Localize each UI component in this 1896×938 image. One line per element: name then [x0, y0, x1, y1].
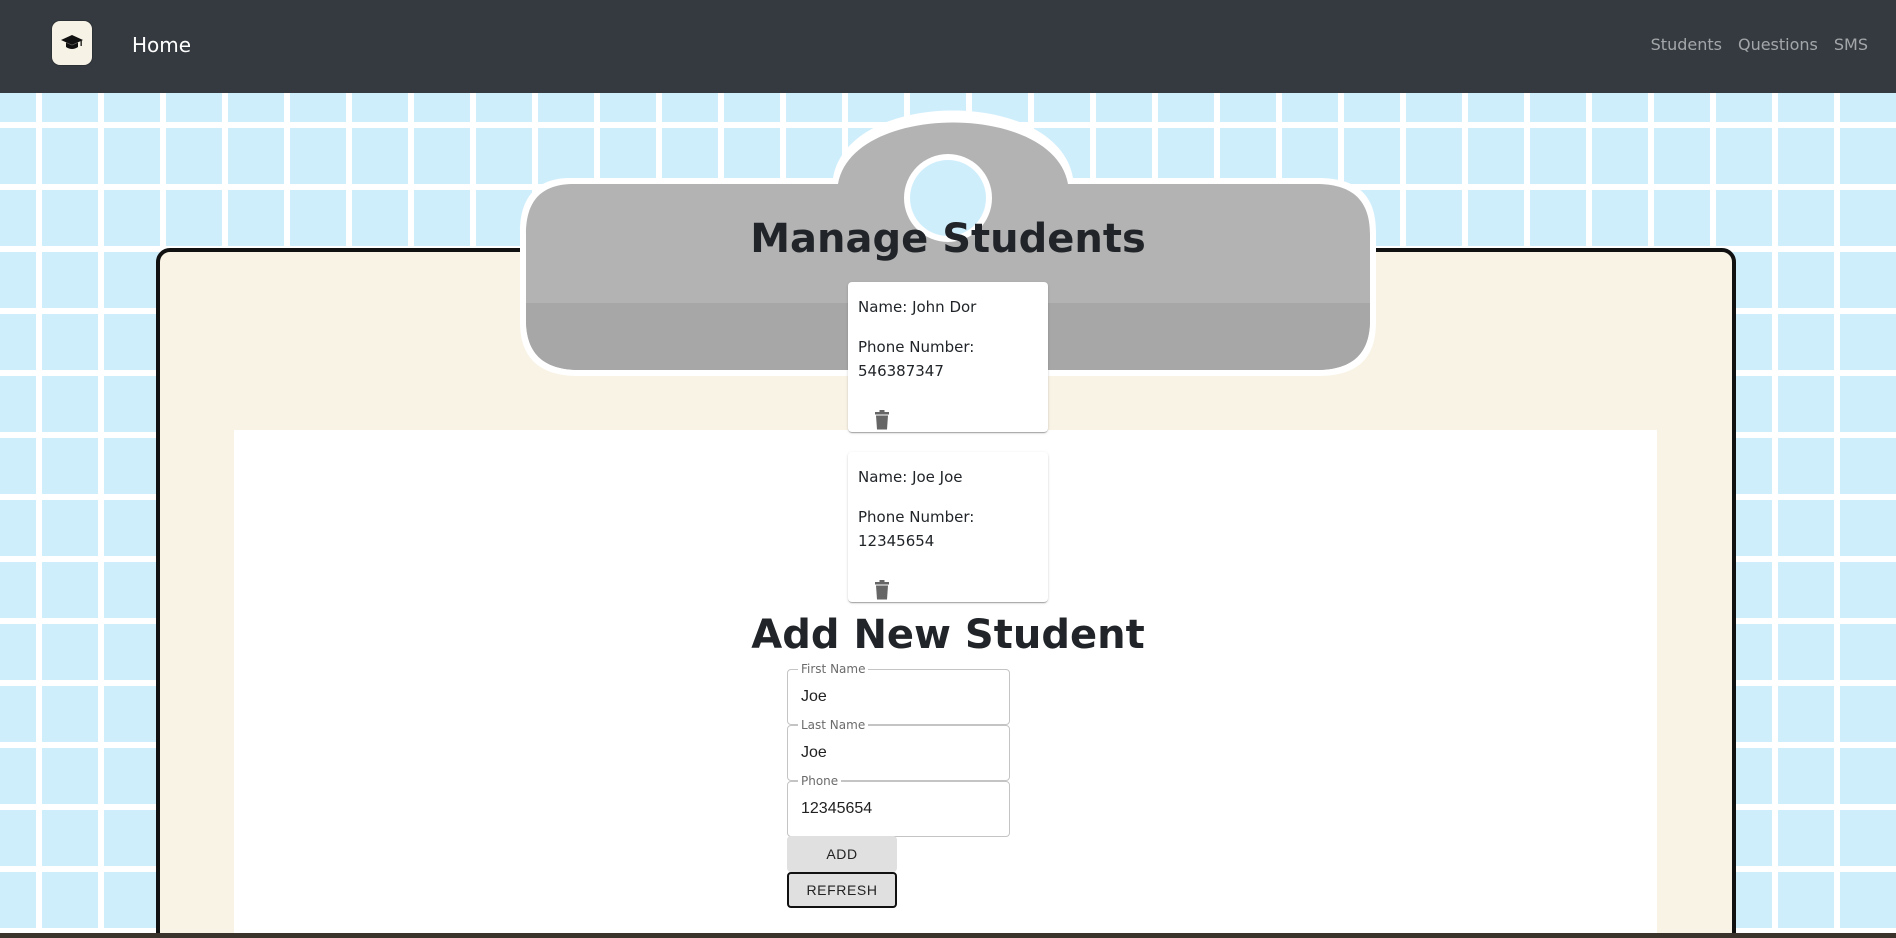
nav-link-questions[interactable]: Questions	[1730, 35, 1826, 54]
graduation-cap-icon	[61, 35, 83, 49]
navbar: Home Students Questions SMS	[0, 0, 1896, 93]
page-title: Manage Students	[750, 216, 1146, 262]
trash-icon[interactable]	[874, 580, 890, 600]
trash-icon[interactable]	[874, 410, 890, 430]
nav-links: Students Questions SMS	[1643, 35, 1876, 54]
phone-input[interactable]	[801, 796, 996, 822]
student-phone: 12345654	[858, 532, 935, 550]
last-name-input[interactable]	[801, 740, 996, 766]
phone-label: Phone	[798, 774, 842, 788]
nav-link-sms[interactable]: SMS	[1826, 35, 1876, 54]
first-name-field: First Name	[787, 662, 1010, 725]
nav-link-students[interactable]: Students	[1643, 35, 1730, 54]
add-student-title: Add New Student	[751, 612, 1145, 658]
student-name: Name: Joe Joe	[858, 468, 963, 486]
first-name-label: First Name	[798, 662, 869, 676]
student-phone-label: Phone Number:	[858, 338, 975, 356]
phone-field: Phone	[787, 774, 1010, 837]
nav-home-link[interactable]: Home	[132, 33, 191, 57]
student-card: Name: John Dor Phone Number: 546387347	[848, 282, 1048, 432]
refresh-button[interactable]: REFRESH	[787, 872, 897, 908]
student-phone: 546387347	[858, 362, 944, 380]
last-name-label: Last Name	[798, 718, 869, 732]
student-card: Name: Joe Joe Phone Number: 12345654	[848, 452, 1048, 602]
first-name-input[interactable]	[801, 684, 996, 710]
add-button[interactable]: ADD	[787, 836, 897, 872]
last-name-field: Last Name	[787, 718, 1010, 781]
bottom-strip	[0, 933, 1896, 938]
brand-logo[interactable]	[52, 21, 92, 65]
student-phone-label: Phone Number:	[858, 508, 975, 526]
student-name: Name: John Dor	[858, 298, 977, 316]
